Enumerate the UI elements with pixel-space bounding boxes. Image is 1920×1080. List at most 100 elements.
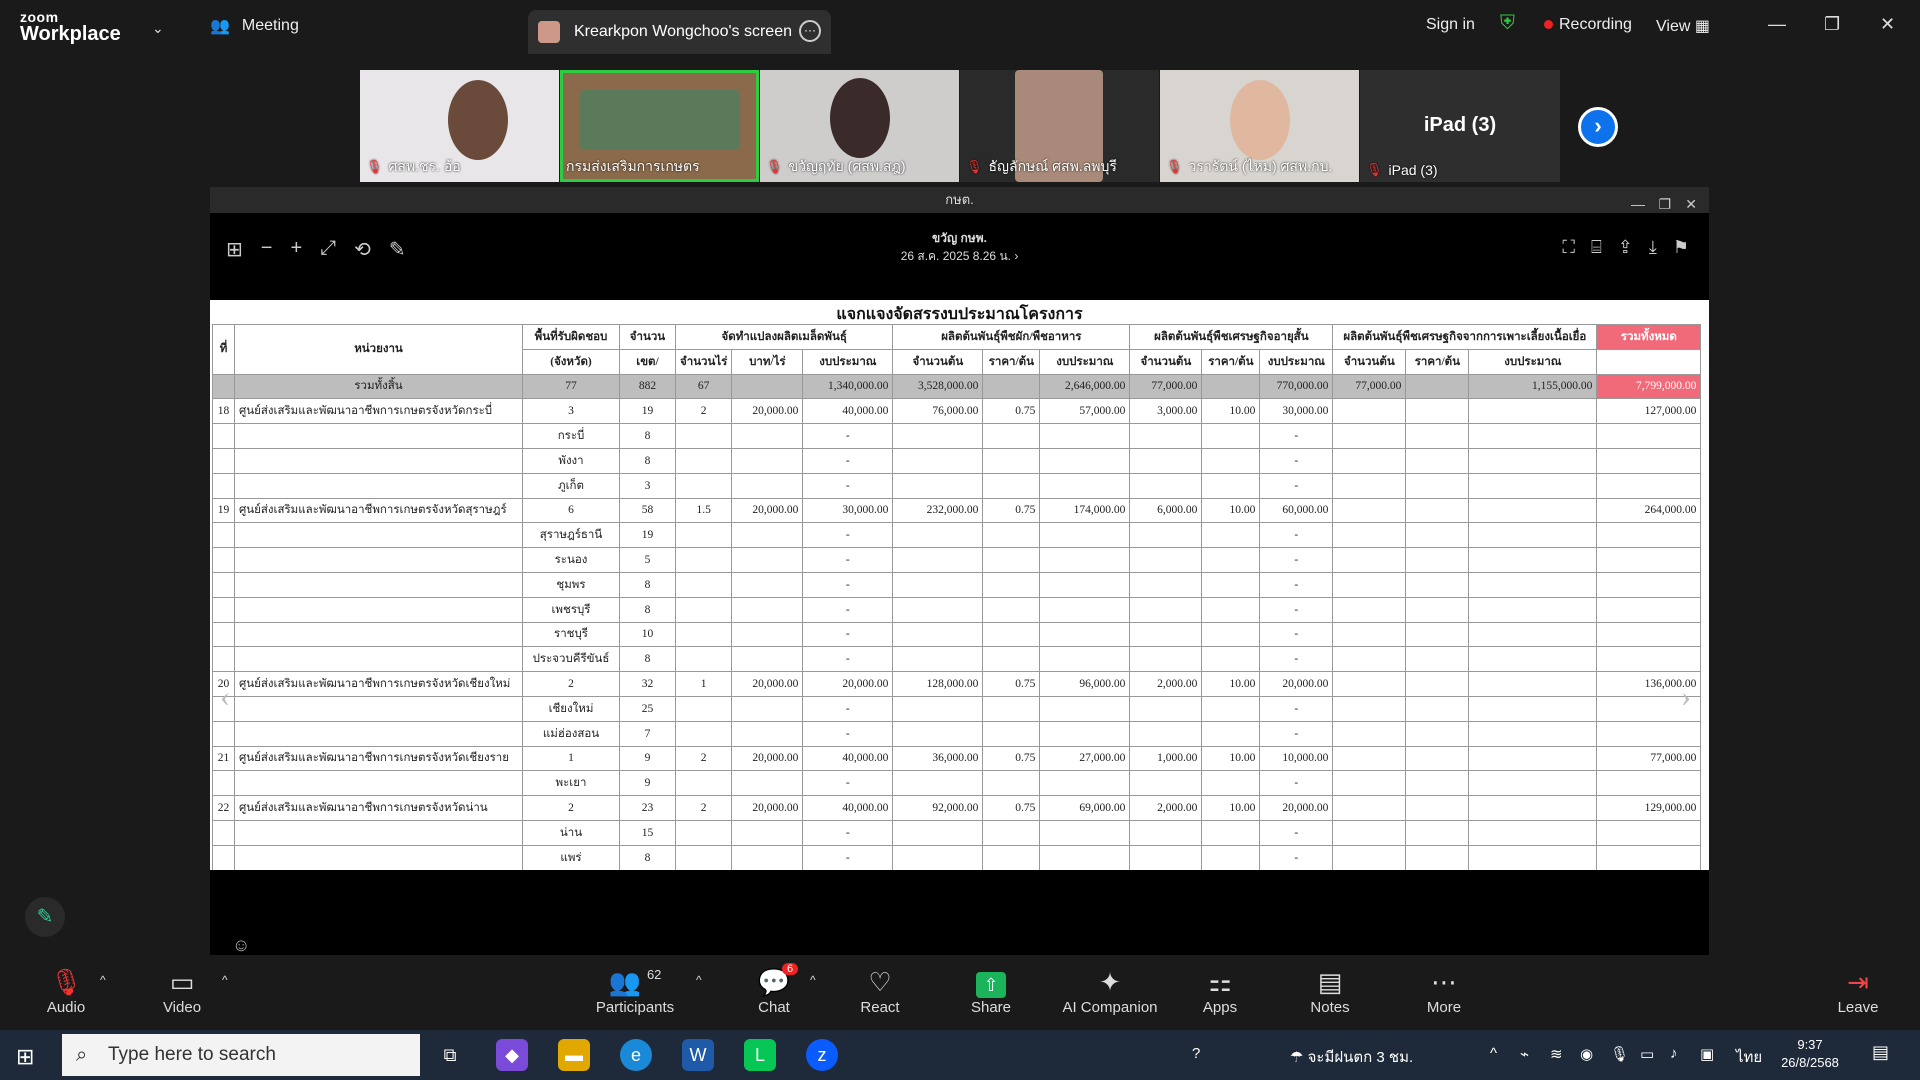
close-icon[interactable]: ✕ [1880,14,1895,35]
leave-button[interactable]: ⇥ Leave [1808,967,1908,1016]
chat-button[interactable]: 💬 6 Chat [724,963,824,1016]
participant-tile-active[interactable]: กรมส่งเสริมการเกษตร [560,70,759,182]
table-cell [1039,770,1131,797]
view-label: View [1656,18,1691,35]
participant-tile[interactable]: 🎙 ศสพ.ชร. อ้อ [360,70,559,182]
annotate-pen-button[interactable]: ✎ [25,897,65,937]
camera-icon[interactable]: ◉ [1580,1045,1593,1063]
table-cell [212,770,235,797]
windows-start-icon[interactable]: ⊞ [16,1044,34,1070]
table-cell [731,423,804,449]
participants-button[interactable]: 👥 62 Participants [585,967,685,1016]
more-icon[interactable]: ··· [799,20,821,42]
zoom-app-icon[interactable]: z [806,1039,838,1071]
battery-icon[interactable]: ▭ [1640,1045,1654,1063]
table-cell [674,547,733,573]
ai-companion-button[interactable]: ✦ AI Companion [1050,967,1170,1016]
table-cell: 2 [522,671,620,697]
search-icon: ⌕ [76,1044,88,1066]
meeting-tab[interactable]: 👥 Meeting [210,16,299,36]
file-explorer-icon[interactable]: ▬ [558,1039,590,1071]
table-cell: 19 [619,398,676,425]
shared-screen-tab[interactable]: Krearkpon Wongchoo's screen ··· [528,10,831,54]
audio-options-caret-icon[interactable]: ^ [100,973,106,987]
table-cell [1039,819,1131,846]
chevron-down-icon[interactable]: ⌄ [152,20,164,37]
table-cell [1405,497,1470,524]
wifi-icon[interactable]: ≋ [1550,1045,1563,1063]
volume-icon[interactable]: ♪ [1670,1045,1678,1062]
view-button[interactable]: View ▦ [1656,16,1710,36]
line-icon[interactable]: L [744,1039,776,1071]
minimize-icon[interactable]: — [1768,14,1786,35]
participants-caret-icon[interactable]: ^ [696,973,702,987]
participant-tile[interactable]: iPad (3) 🎙 iPad (3) [1360,70,1560,182]
table-cell [982,547,1041,573]
table-cell: 8 [619,844,676,870]
mic-icon[interactable]: 🎙 [1610,1045,1629,1063]
header-cell: จำนวนต้น [892,348,984,375]
table-cell: - [1259,720,1334,747]
table-cell [234,547,523,573]
zoom-workplace-logo[interactable]: zoom Workplace [20,10,121,44]
edge-icon[interactable]: e [620,1039,652,1071]
table-cell: ประจวบคีรีขันธ์ [522,646,620,673]
meeting-controls: 🎙 Audio ^ ▭ Video ^ 👥 62 Participants ^ 💬… [0,955,1920,1030]
shield-check-icon[interactable]: ⛨ [1500,12,1515,35]
video-options-caret-icon[interactable]: ^ [222,973,228,987]
header-cell: จำนวนไร่ [674,348,733,375]
table-cell [1405,522,1470,549]
apps-button[interactable]: ⚏ Apps [1170,967,1270,1016]
participant-tile[interactable]: 🎙 ขวัญฤทัย (ศสพ.สฎ) [760,70,959,182]
table-cell [1039,571,1131,598]
table-cell: ศูนย์ส่งเสริมและพัฒนาอาชีพการเกษตรจังหวั… [234,671,523,697]
next-participants-button[interactable]: › [1578,107,1618,147]
network-icon[interactable]: ⌁ [1520,1045,1529,1063]
table-cell [892,522,984,549]
participant-tile[interactable]: 🎙 ธัญลักษณ์ ศสพ.ลพบุรี [960,70,1159,182]
apps-icon: ⚏ [1208,967,1232,997]
table-cell: - [802,522,894,549]
taskbar-search[interactable]: ⌕ Type here to search [62,1034,420,1076]
table-cell: 77,000.00 [1596,745,1702,772]
table-cell: 0.75 [982,795,1041,821]
table-row: 18 ศูนย์ส่งเสริมและพัฒนาอาชีพการเกษตรจังห… [212,398,1702,425]
share-button[interactable]: ⇧ Share [941,967,1041,1016]
help-icon[interactable]: ? [1192,1045,1200,1062]
participant-tile[interactable]: 🎙 วรารัตน์ (ไหม) ศสพ.กบ. [1160,70,1359,182]
word-icon[interactable]: W [682,1039,714,1071]
react-button[interactable]: ♡ React [830,967,930,1016]
participants-icon: 👥 62 [608,967,662,997]
chat-caret-icon[interactable]: ^ [810,973,816,987]
table-cell: 20,000.00 [731,398,804,425]
table-cell [1129,472,1203,499]
copilot-icon[interactable]: ◆ [496,1039,528,1071]
display-icon[interactable]: ▣ [1700,1045,1714,1063]
notes-button[interactable]: ▤ Notes [1280,967,1380,1016]
table-cell [1201,472,1261,499]
table-cell: 10.00 [1201,745,1261,772]
more-button[interactable]: ⋯ More [1394,967,1494,1016]
task-view-icon[interactable]: ⧉ [434,1039,466,1071]
recording-indicator[interactable]: Recording [1544,16,1632,34]
table-cell [1468,472,1598,499]
table-cell: 3 [619,472,676,499]
show-hidden-icons[interactable]: ^ [1490,1045,1497,1062]
table-cell: - [1259,547,1334,573]
table-cell [1596,472,1702,499]
table-cell: 69,000.00 [1039,795,1131,821]
sign-in-button[interactable]: Sign in [1426,16,1475,34]
weather-widget[interactable]: ☂ จะมีฝนตก 3 ชม. [1290,1045,1413,1069]
video-button[interactable]: ▭ Video [132,967,232,1016]
table-cell [1129,447,1203,474]
header-total: รวมทั้งหมด [1596,324,1702,350]
table-cell: 77 [522,373,620,400]
restore-icon[interactable]: ❐ [1824,14,1840,35]
table-cell [1201,844,1261,870]
notifications-icon[interactable]: ▤ [1872,1042,1889,1063]
input-language[interactable]: ไทย [1736,1045,1762,1069]
table-cell: 1 [522,745,620,772]
clock[interactable]: 9:37 26/8/2568 [1780,1036,1840,1072]
table-cell [1468,795,1598,821]
table-cell [1332,472,1407,499]
